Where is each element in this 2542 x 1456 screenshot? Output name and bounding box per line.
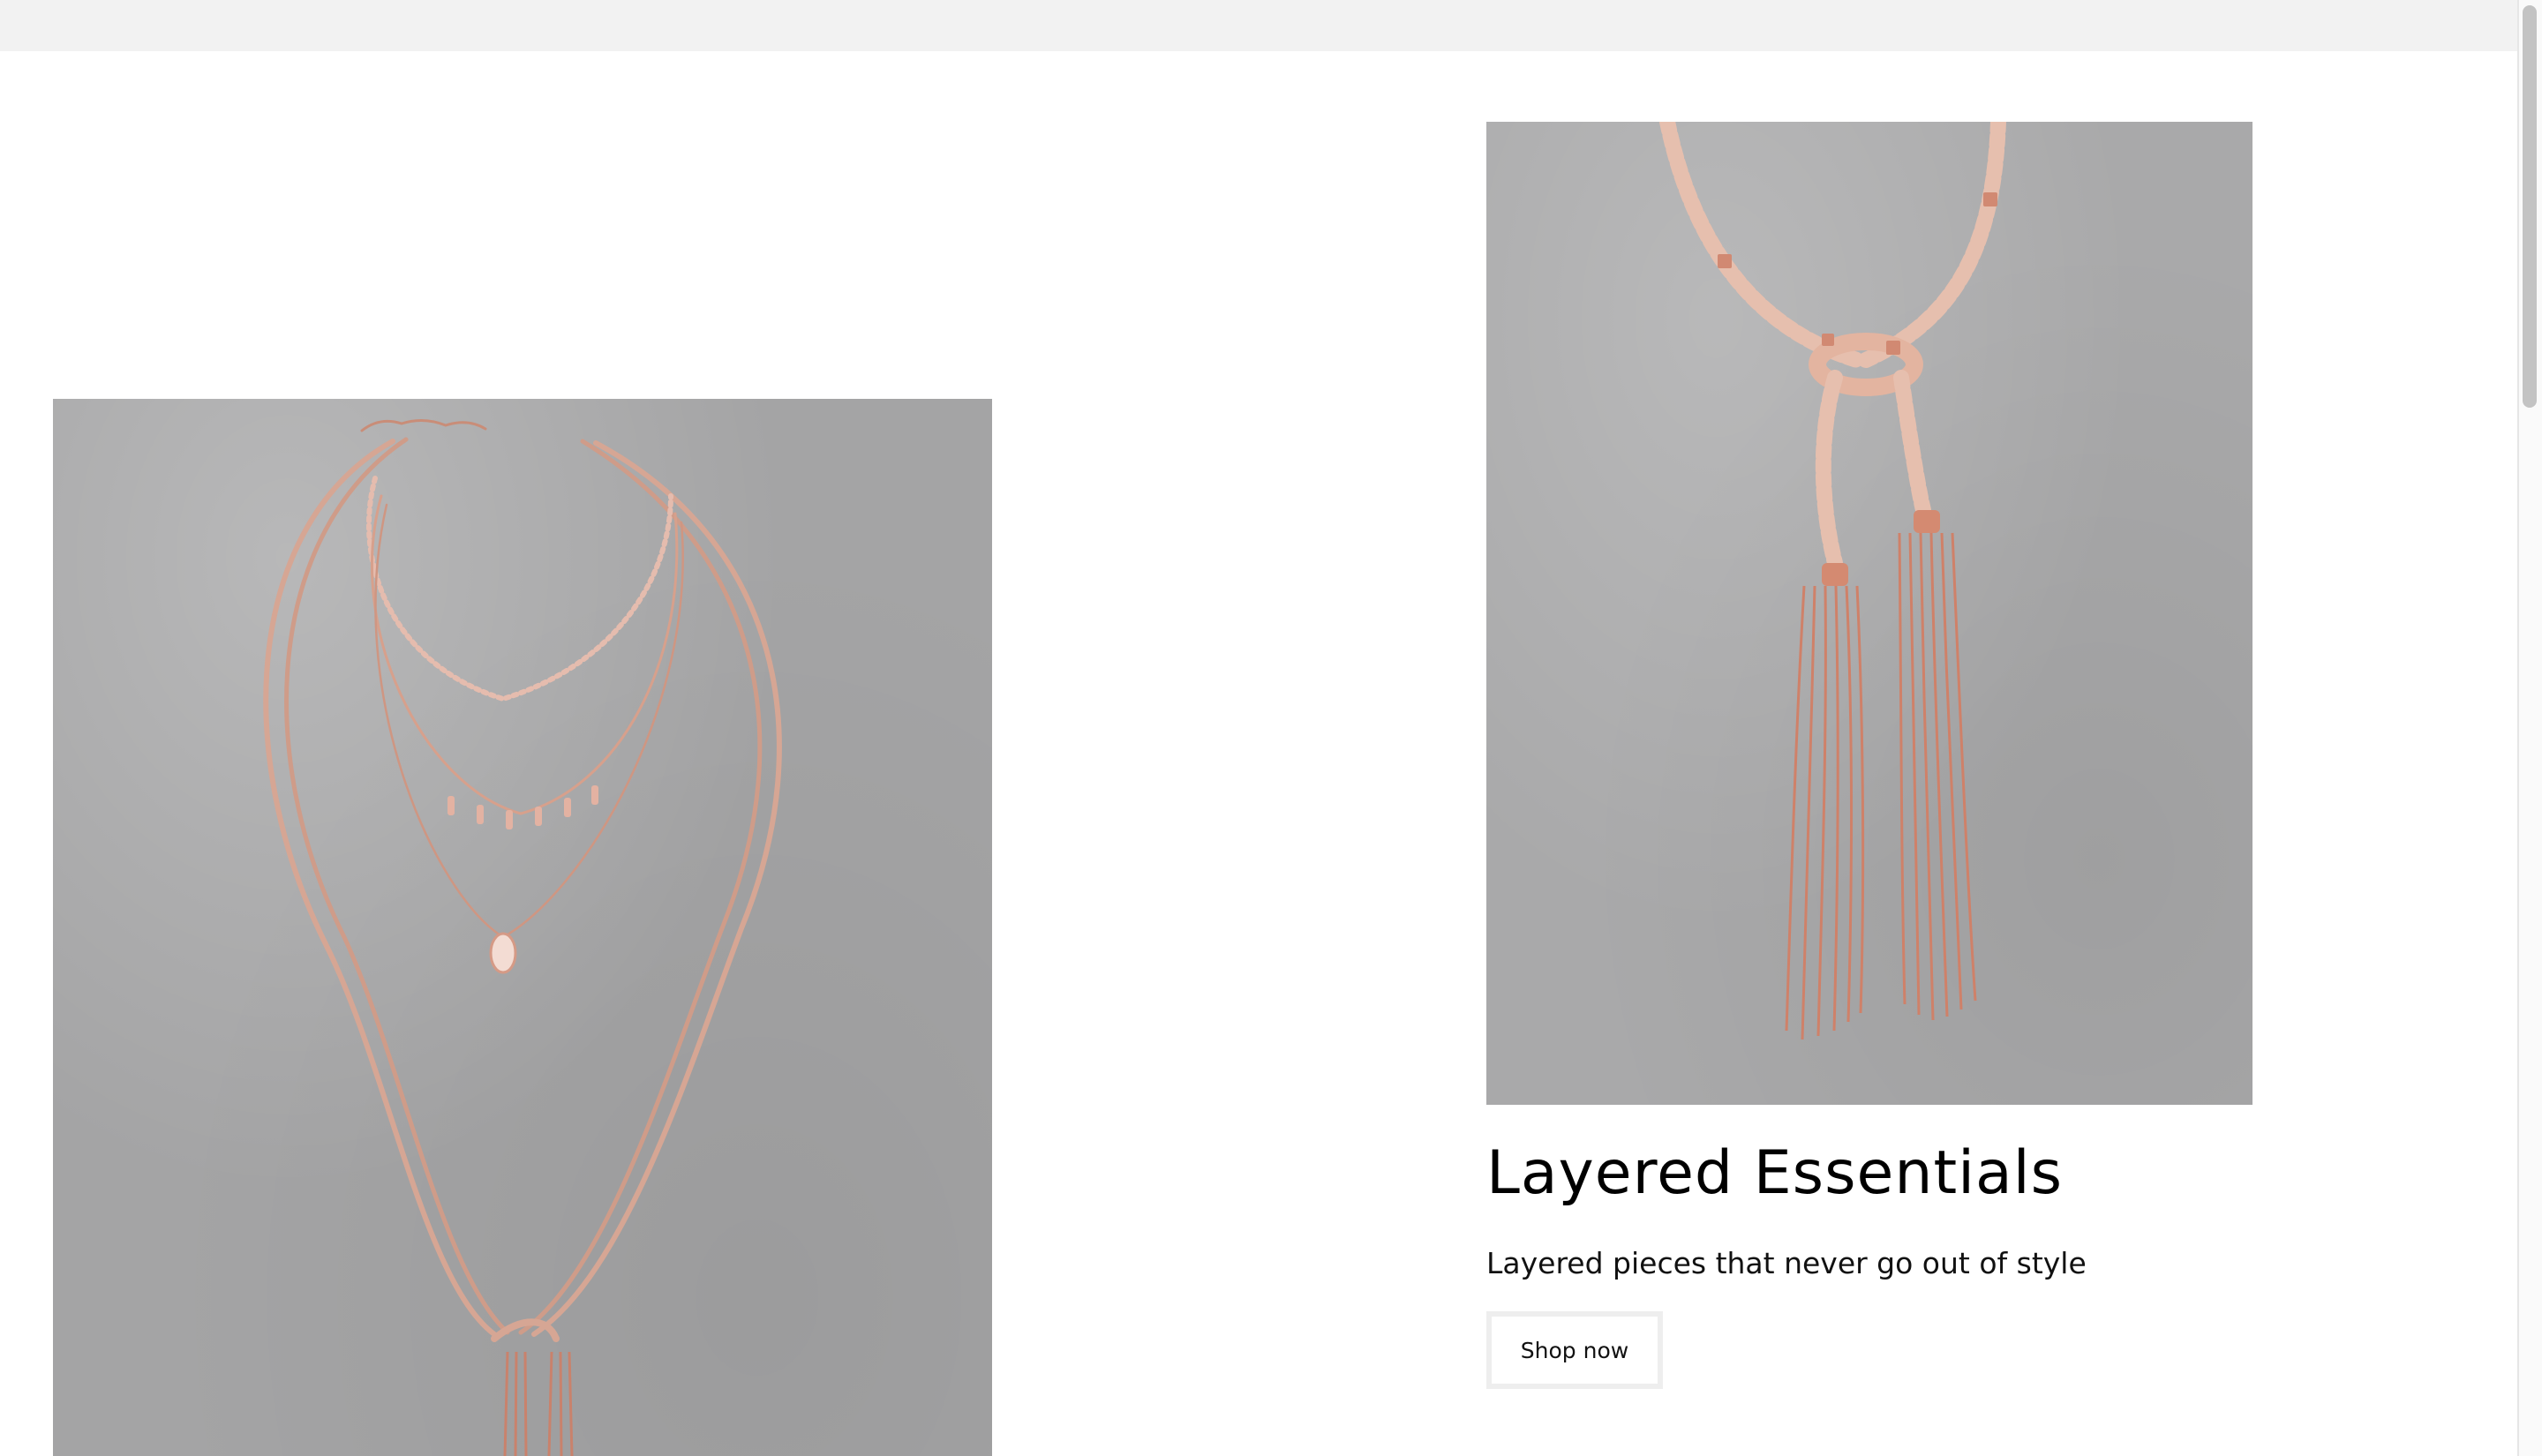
beaded-lariat-illustration [1659, 122, 2006, 1040]
promo-title: Layered Essentials [1486, 1138, 2064, 1208]
top-bar [0, 0, 2517, 51]
page: Layered Essentials Layered pieces that n… [0, 0, 2542, 1456]
shop-now-button[interactable]: Shop now [1486, 1311, 1663, 1389]
beaded-lariat-image[interactable] [1486, 122, 2252, 1105]
layered-necklaces-image[interactable] [53, 399, 992, 1456]
layered-necklaces-illustration [263, 419, 782, 1456]
vertical-scrollbar-thumb[interactable] [2523, 5, 2537, 408]
promo-subtitle: Layered pieces that never go out of styl… [1486, 1246, 2087, 1280]
